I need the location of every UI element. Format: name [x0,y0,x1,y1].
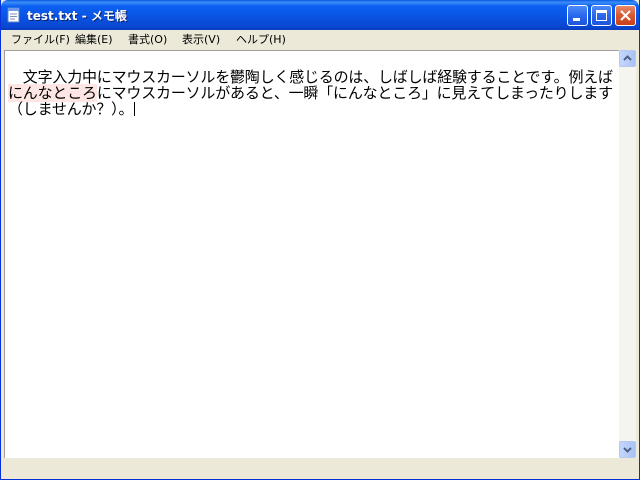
maximize-button[interactable] [591,5,612,26]
scroll-up-button[interactable] [619,50,636,67]
menu-view[interactable]: 表示(V) [181,32,221,47]
menu-edit[interactable]: 編集(E) [74,32,114,47]
close-button[interactable] [615,5,636,26]
text-caret [134,102,136,116]
menu-help[interactable]: ヘルプ(H) [235,32,287,47]
vertical-scrollbar[interactable] [619,50,636,458]
document-text-end: にマウスカーソルがあると、一瞬「にんなところ」に見えてしまったりします（しません… [8,84,613,118]
arrow-up-icon [623,55,632,61]
menu-file[interactable]: ファイル(F) [10,32,71,47]
arrow-down-icon [623,447,632,453]
bottom-strip [4,458,619,475]
resize-grip[interactable] [619,458,636,475]
text-editor-area[interactable]: 文字入力中にマウスカーソルを鬱陶しく感じるのは、しばしば経験することです。例えば… [4,50,619,458]
maximize-icon [596,10,607,21]
minimize-icon [573,18,580,21]
scroll-down-button[interactable] [619,441,636,458]
document-text[interactable]: 文字入力中にマウスカーソルを鬱陶しく感じるのは、しばしば経験することです。例えば… [8,69,614,117]
notepad-icon[interactable] [7,7,21,23]
minimize-button[interactable] [567,5,588,26]
menu-bar: ファイル(F) 編集(E) 書式(O) 表示(V) ヘルプ(H) [1,30,639,49]
scrollbar-track[interactable] [619,67,636,441]
window-title: test.txt - メモ帳 [27,9,127,23]
menu-format[interactable]: 書式(O) [127,32,168,47]
close-icon [620,10,631,21]
notepad-window: test.txt - メモ帳 ファイル(F) 編集(E) 書式(O) 表示(V)… [0,0,640,480]
title-bar[interactable]: test.txt - メモ帳 [1,0,639,30]
